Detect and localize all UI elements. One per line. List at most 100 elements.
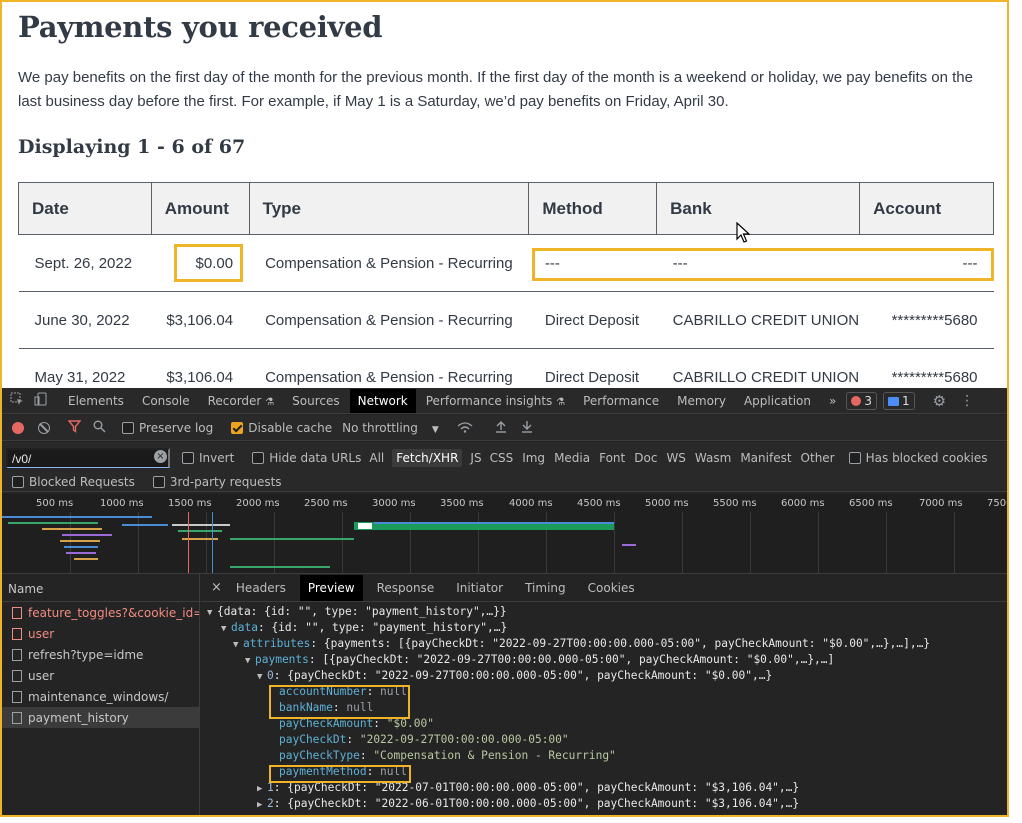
devtools-tab-bar: Elements Console Recorder ⚗ Sources Netw… — [2, 388, 1007, 414]
record-icon[interactable] — [12, 422, 24, 434]
request-file-icon — [12, 711, 22, 724]
timeline-bar — [230, 538, 354, 540]
request-row[interactable]: refresh?type=idme — [2, 644, 199, 665]
export-har-icon[interactable] — [521, 420, 533, 436]
invert-checkbox[interactable]: Invert — [182, 451, 234, 465]
column-header-method[interactable]: Method — [528, 182, 658, 235]
tab-recorder[interactable]: Recorder ⚗ — [208, 394, 275, 408]
close-detail-button[interactable]: × — [211, 580, 222, 595]
column-header-amount[interactable]: Amount — [150, 182, 250, 235]
search-icon[interactable] — [93, 420, 106, 436]
json-line[interactable]: ▼ payments: [{payCheckDt: "2022-09-27T00:… — [201, 652, 1007, 668]
request-row[interactable]: maintenance_windows/ — [2, 686, 199, 707]
detail-tab-response[interactable]: Response — [377, 581, 435, 595]
blocked-requests-checkbox[interactable]: Blocked Requests — [12, 475, 135, 489]
filter-type-css[interactable]: CSS — [490, 451, 514, 465]
filter-type-font[interactable]: Font — [599, 451, 625, 465]
cell-account: *********5680 — [859, 348, 994, 388]
column-header-type[interactable]: Type — [248, 182, 530, 235]
tab-memory[interactable]: Memory — [677, 394, 726, 408]
import-har-icon[interactable] — [495, 420, 507, 436]
has-blocked-cookies-checkbox[interactable]: Has blocked cookies — [848, 451, 988, 465]
tab-sources[interactable]: Sources — [292, 394, 339, 408]
json-null: null — [380, 765, 407, 778]
throttling-select[interactable]: No throttling ▼ — [342, 421, 439, 435]
json-line[interactable]: ▼ 0: {payCheckDt: "2022-09-27T00:00:00.00… — [201, 668, 1007, 684]
tab-console[interactable]: Console — [142, 394, 190, 408]
cell-type: Compensation & Pension - Recurring — [249, 234, 529, 292]
request-file-icon — [12, 648, 22, 661]
detail-tab-preview[interactable]: Preview — [299, 574, 363, 601]
json-line[interactable]: ▼ attributes: {payments: [{payCheckDt: "2… — [201, 636, 1007, 652]
request-row[interactable]: user — [2, 665, 199, 686]
json-line[interactable]: ▶ 2: {payCheckDt: "2022-06-01T00:00:00.00… — [201, 796, 1007, 812]
preserve-log-checkbox[interactable]: Preserve log — [122, 421, 213, 435]
json-string: "Compensation & Pension - Recurring" — [373, 749, 616, 762]
filter-type-other[interactable]: Other — [801, 451, 835, 465]
request-row[interactable]: user — [2, 623, 199, 644]
column-header-date[interactable]: Date — [18, 182, 152, 235]
cell-method: --- — [528, 234, 657, 292]
hide-data-urls-checkbox[interactable]: Hide data URLs — [252, 451, 361, 465]
filter-type-ws[interactable]: WS — [666, 451, 685, 465]
detail-tab-cookies[interactable]: Cookies — [588, 581, 635, 595]
filter-input[interactable] — [6, 448, 170, 468]
detail-tab-headers[interactable]: Headers — [236, 581, 286, 595]
filter-type-doc[interactable]: Doc — [634, 451, 657, 465]
timeline-tick: 6500 ms — [849, 498, 893, 509]
device-toolbar-icon[interactable] — [34, 392, 48, 410]
clear-icon[interactable] — [38, 422, 50, 434]
cell-method: Direct Deposit — [528, 291, 657, 349]
clear-filter-icon[interactable]: × — [154, 450, 167, 463]
filter-icon[interactable] — [67, 420, 82, 436]
json-line[interactable]: ▼ {data: {id: "", type: "payment_history"… — [201, 604, 1007, 620]
more-options-icon[interactable]: ⋮ — [960, 393, 974, 409]
settings-gear-icon[interactable]: ⚙ — [933, 392, 946, 410]
tab-elements[interactable]: Elements — [68, 394, 124, 408]
cell-amount: $0.00 — [151, 234, 250, 292]
network-timeline-overview[interactable]: 500 ms 1000 ms 1500 ms 2000 ms 2500 ms 3… — [2, 494, 1007, 574]
tab-performance-insights[interactable]: Performance insights ⚗ — [426, 394, 565, 408]
json-value: {payCheckDt: "2022-09-27T00:00:00.000-05… — [287, 669, 773, 682]
request-row[interactable]: feature_toggles?&cookie_id=j... — [2, 602, 199, 623]
column-header-bank[interactable]: Bank — [656, 182, 861, 235]
payments-page: Payments you received We pay benefits on… — [2, 2, 1007, 388]
column-header-account[interactable]: Account — [859, 182, 994, 235]
tab-performance[interactable]: Performance — [583, 394, 659, 408]
json-null: null — [380, 685, 407, 698]
messages-badge[interactable]: 1 — [883, 392, 915, 410]
json-line[interactable]: ▼ data: {id: "", type: "payment_history",… — [201, 620, 1007, 636]
preserve-log-label: Preserve log — [139, 421, 214, 435]
tab-application[interactable]: Application — [744, 394, 811, 408]
disable-cache-checkbox[interactable]: Disable cache — [231, 421, 332, 435]
timeline-bar — [8, 522, 98, 524]
detail-tab-timing[interactable]: Timing — [525, 581, 566, 595]
request-file-icon — [12, 669, 22, 682]
timeline-bar — [64, 546, 98, 548]
detail-tab-initiator[interactable]: Initiator — [456, 581, 503, 595]
filter-type-js[interactable]: JS — [470, 451, 481, 465]
name-column-header[interactable]: Name — [2, 574, 199, 602]
json-key: payCheckAmount — [279, 717, 374, 730]
filter-type-all[interactable]: All — [369, 451, 384, 465]
network-conditions-icon[interactable] — [457, 421, 473, 436]
json-key: payCheckType — [279, 749, 360, 762]
json-line: accountNumber: null — [279, 685, 407, 698]
request-file-icon — [12, 627, 22, 640]
request-row-selected[interactable]: payment_history — [2, 707, 199, 728]
filter-type-manifest[interactable]: Manifest — [740, 451, 791, 465]
filter-type-fetch-xhr[interactable]: Fetch/XHR — [392, 449, 463, 467]
inspect-element-icon[interactable] — [10, 392, 24, 410]
errors-badge[interactable]: 3 — [846, 392, 877, 410]
timeline-bar — [172, 524, 230, 526]
json-line[interactable]: ▶ 1: {payCheckDt: "2022-07-01T00:00:00.00… — [201, 780, 1007, 796]
tab-network[interactable]: Network — [349, 389, 416, 413]
filter-type-img[interactable]: Img — [522, 451, 545, 465]
filter-type-wasm[interactable]: Wasm — [695, 451, 731, 465]
request-name: user — [28, 626, 55, 641]
filter-type-media[interactable]: Media — [554, 451, 590, 465]
request-file-icon — [12, 690, 22, 703]
timeline-bar — [66, 552, 96, 554]
third-party-checkbox[interactable]: 3rd-party requests — [152, 475, 282, 489]
more-tabs-button[interactable]: » — [829, 394, 836, 408]
